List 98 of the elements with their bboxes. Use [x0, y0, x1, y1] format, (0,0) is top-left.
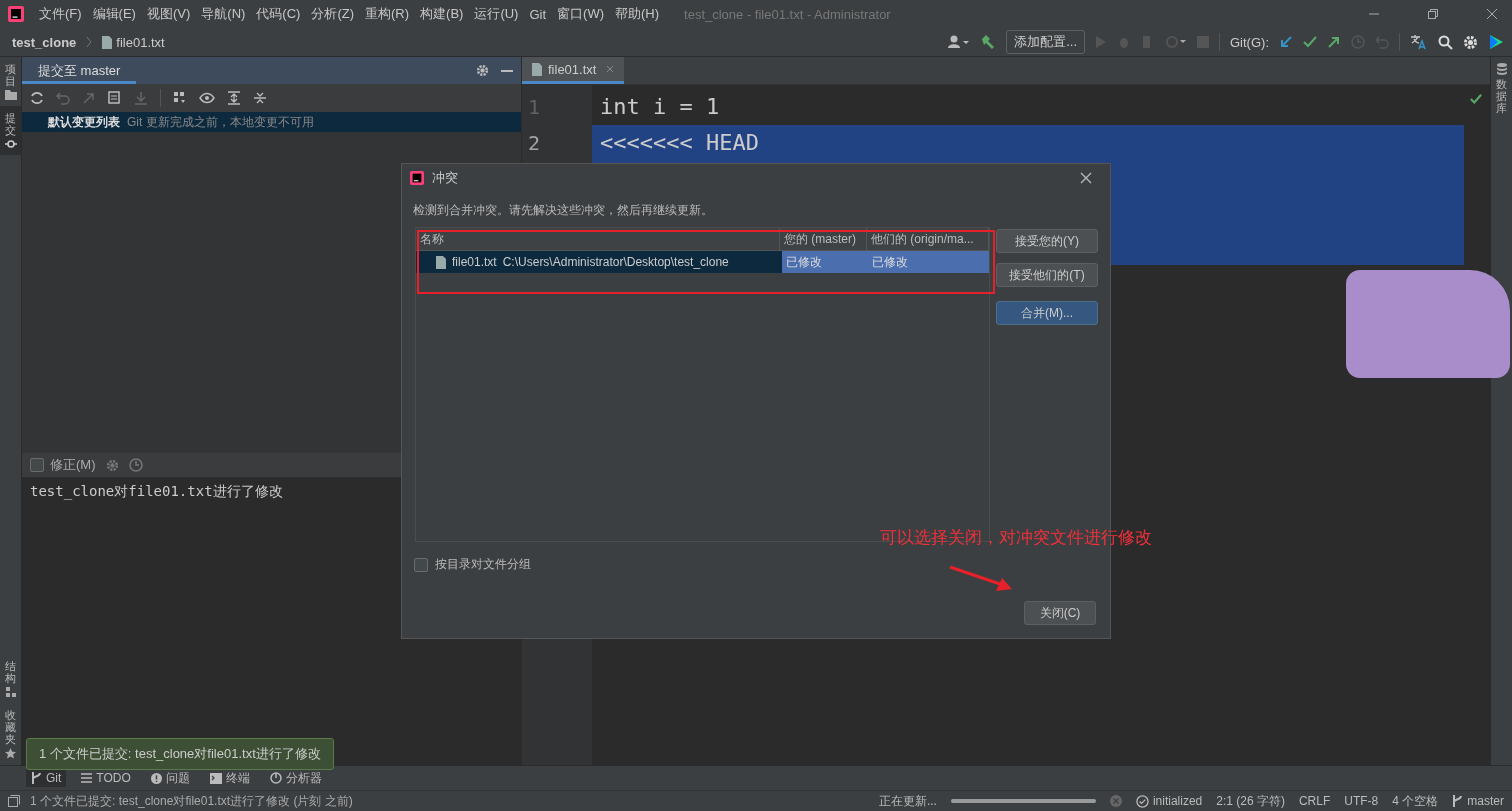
status-message[interactable]: 1 个文件已提交: test_clone对file01.txt进行了修改 (片刻 之前) [30, 792, 353, 810]
menu-item[interactable]: 文件(F) [39, 5, 82, 23]
table-cell: 已修改 [782, 251, 868, 273]
menu-item[interactable]: Git [529, 6, 547, 22]
menu-item[interactable]: 分析(Z) [311, 5, 354, 23]
amend-checkbox[interactable] [30, 458, 44, 472]
line-number: 2 [527, 130, 542, 157]
folder-icon [4, 90, 17, 101]
database-icon [1496, 63, 1507, 75]
menu-item[interactable]: 运行(U) [474, 5, 519, 23]
annotation-arrow [949, 565, 1012, 591]
collapse-icon[interactable] [253, 91, 267, 105]
structure-icon [5, 686, 16, 697]
menu-item[interactable]: 窗口(W) [557, 5, 604, 23]
warning-icon [150, 772, 162, 784]
download-icon[interactable] [134, 91, 148, 105]
menu-item[interactable]: 帮助(H) [615, 5, 660, 23]
chevron-icon [86, 36, 93, 48]
file-encoding[interactable]: UTF-8 [1344, 794, 1379, 808]
annotation-text: 可以选择关闭，对冲突文件进行修改 [880, 527, 1152, 549]
checkmark-icon[interactable] [1303, 35, 1317, 49]
add-configuration-button[interactable]: 添加配置... [1006, 30, 1085, 54]
arrow-icon[interactable] [82, 91, 96, 105]
undo-icon[interactable] [56, 91, 70, 105]
notification-balloon[interactable]: 1 个文件已提交: test_clone对file01.txt进行了修改 [26, 738, 334, 770]
dialog-button[interactable]: 接受他们的(T) [996, 263, 1098, 287]
caret-position[interactable]: 2:1 (26 字符) [1216, 792, 1285, 810]
editor-tab[interactable]: file01.txt [522, 57, 625, 84]
dialog-button[interactable]: 接受您的(Y) [996, 229, 1098, 253]
close-icon[interactable] [1486, 8, 1498, 20]
tool-window-button[interactable]: TODO [76, 769, 136, 787]
tool-window-tab[interactable]: 收藏夹 [0, 702, 21, 765]
breadcrumb-file[interactable]: file01.txt [116, 34, 165, 50]
changelist-note: Git 更新完成之前，本地变更不可用 [127, 113, 314, 131]
branch-icon [1452, 795, 1464, 807]
column-header[interactable]: 您的 (master) [780, 228, 867, 250]
check-circle-icon [1135, 794, 1149, 808]
column-header[interactable]: 他们的 (origin/ma... [867, 228, 989, 250]
close-icon[interactable] [1080, 172, 1092, 184]
restore-icon[interactable] [1427, 8, 1439, 20]
table-cell: 已修改 [868, 251, 989, 273]
tool-window-tab[interactable]: 结构 [0, 653, 21, 703]
diff-icon[interactable] [108, 91, 122, 105]
menu-item[interactable]: 重构(R) [365, 5, 410, 23]
tool-window-tab[interactable]: 项目 [0, 57, 21, 107]
group-checkbox[interactable] [414, 557, 428, 572]
changelist-row[interactable]: 默认变更列表 Git 更新完成之前，本地变更不可用 [22, 112, 521, 132]
menu-item[interactable]: 代码(C) [256, 5, 301, 23]
eye-icon[interactable] [199, 91, 215, 105]
translate-icon[interactable] [1410, 34, 1428, 50]
branch-icon [31, 772, 42, 784]
expand-icon[interactable] [227, 91, 241, 105]
tool-window-button[interactable]: 终端 [204, 767, 255, 789]
refresh-icon[interactable] [30, 91, 44, 105]
menu-item[interactable]: 视图(V) [146, 5, 191, 23]
menu-item[interactable]: 导航(N) [201, 5, 246, 23]
file-icon [532, 62, 542, 76]
file-icon [436, 255, 446, 269]
breadcrumb-project[interactable]: test_clone [12, 34, 77, 50]
changelist-name: 默认变更列表 [48, 113, 120, 131]
tool-window-tab[interactable]: 提交 [0, 106, 21, 156]
column-header[interactable]: 名称 [416, 228, 780, 250]
file-name: file01.txt [452, 255, 497, 269]
line-ending[interactable]: CRLF [1298, 794, 1331, 808]
settings-icon[interactable] [476, 64, 489, 77]
menu-item[interactable]: 构建(B) [420, 5, 464, 23]
plugin-logo-icon[interactable] [1488, 34, 1504, 50]
search-icon[interactable] [1438, 34, 1453, 50]
progress-label: 正在更新... [878, 792, 937, 810]
user-icon[interactable] [948, 35, 971, 49]
app-logo-icon [410, 171, 424, 185]
commit-icon [4, 139, 17, 150]
dialog-button[interactable]: 合并(M)... [996, 301, 1098, 325]
menu-item[interactable]: 编辑(E) [92, 5, 136, 23]
terminal-icon [209, 772, 222, 784]
checkmark-icon [1470, 93, 1482, 105]
indent-setting[interactable]: 4 个空格 [1392, 792, 1439, 810]
star-icon [5, 748, 16, 759]
git-branch[interactable]: master [1467, 794, 1504, 808]
window-title: test_clone - file01.txt - Administrator [684, 6, 891, 22]
vcs-status[interactable]: initialized [1152, 794, 1203, 808]
panel-icon[interactable] [8, 795, 20, 807]
update-arrow-icon[interactable] [1279, 35, 1293, 49]
tool-window-tab[interactable]: 数据库 [1491, 57, 1512, 121]
close-button[interactable]: 关闭(C) [1024, 601, 1096, 625]
app-logo-icon [8, 6, 24, 22]
group-icon[interactable] [173, 91, 187, 105]
tool-window-button[interactable]: 问题 [145, 767, 195, 789]
push-arrow-icon[interactable] [1327, 35, 1341, 49]
tool-window-button[interactable]: Git [26, 769, 67, 787]
amend-label: 修正(M) [50, 456, 96, 474]
list-icon [81, 773, 93, 783]
dialog-title: 冲突 [432, 169, 458, 187]
code-line: int i = 1 [599, 93, 721, 121]
tool-window-button[interactable]: 分析器 [264, 767, 327, 789]
file-icon [102, 35, 113, 49]
git-label: Git(G): [1230, 34, 1269, 50]
history-icon[interactable] [128, 458, 143, 472]
